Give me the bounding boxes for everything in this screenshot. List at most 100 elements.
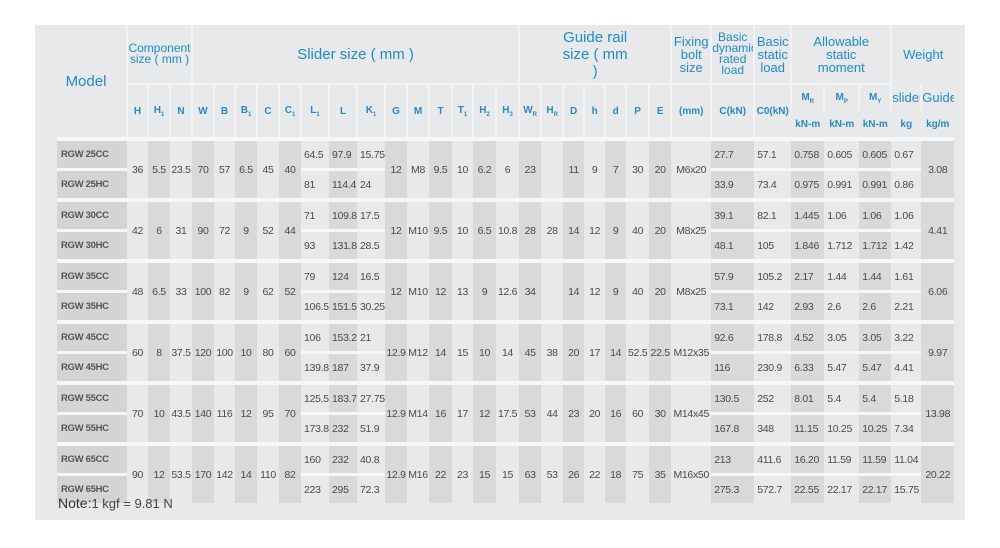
cell-h3: 10.8 xyxy=(496,198,520,261)
cell-c: 52 xyxy=(257,198,279,261)
symbol-text: C xyxy=(264,105,272,117)
header-symbol-c1: C1 xyxy=(278,83,301,139)
header-guide-rail-size: Guide rail size ( mm ) xyxy=(518,25,672,84)
cell-n: 31 xyxy=(170,198,192,261)
cell-slider: 3.22 xyxy=(891,320,922,353)
cell-cd: 48.1 xyxy=(711,229,755,261)
header-symbol-m: M xyxy=(406,83,429,139)
symbol-text: G xyxy=(392,105,400,117)
cell-slider: 11.04 xyxy=(891,442,922,475)
cell-l1: 139.8 xyxy=(301,351,329,383)
cell-guide: 3.08 xyxy=(921,137,955,200)
header-model: Model xyxy=(65,72,107,90)
cell-hr: 28 xyxy=(541,198,564,261)
cell-mp: 10.25 xyxy=(824,412,860,444)
cell-w: 170 xyxy=(192,442,214,503)
cell-guide: 4.41 xyxy=(921,198,955,261)
cell-g: 12 xyxy=(385,137,407,200)
cell-l: 131.8 xyxy=(329,229,357,261)
cell-slider: 0.86 xyxy=(891,168,922,200)
cell-h2: 6.5 xyxy=(473,198,496,261)
cell-c: 110 xyxy=(257,442,279,503)
cell-k1: 37.9 xyxy=(357,351,385,383)
cell-d: 23 xyxy=(563,381,585,444)
symbol-text: N xyxy=(177,105,185,117)
cell-my: 1.44 xyxy=(859,259,892,292)
cell-mr: 0.758 xyxy=(791,137,825,170)
symbol-subscript: 3 xyxy=(509,111,513,118)
header-symbol-k1: K1 xyxy=(356,83,385,139)
cell-cd: 39.1 xyxy=(711,198,755,231)
cell-h: 22 xyxy=(584,442,606,503)
cell-mp: 1.06 xyxy=(824,198,860,231)
cell-k1: 27.75 xyxy=(357,381,385,414)
cell-my: 2.6 xyxy=(859,290,892,322)
cell-d: 26 xyxy=(563,442,585,503)
cell-g: 12 xyxy=(385,198,407,261)
cell-l1: 93 xyxy=(301,229,329,261)
cell-slider: 1.61 xyxy=(891,259,922,292)
cell-d: 14 xyxy=(563,198,585,261)
cell-h1: 8 xyxy=(148,320,170,383)
cell-l1: 64.5 xyxy=(301,137,329,170)
cell-k1: 28.5 xyxy=(357,229,385,261)
cell-t: 9.5 xyxy=(429,198,452,261)
table-row: RGW 45CC 60 8 37.5 120 100 10 80 60 106 153.2 21 12.… xyxy=(35,320,955,383)
cell-l1: 106.5 xyxy=(301,290,329,322)
cell-bolt: M12x35 xyxy=(671,320,712,383)
cell-p: 60 xyxy=(626,381,650,444)
cell-c0: 348 xyxy=(754,412,792,444)
symbol-text: d xyxy=(612,105,619,117)
table-row: RGW 30CC 42 6 31 90 72 9 52 44 71 109.8 17.5 12 M10 9.… xyxy=(35,198,955,261)
cell-guide: 9.97 xyxy=(921,320,955,383)
cell-h: 20 xyxy=(584,381,606,444)
cell-b: 82 xyxy=(214,259,235,322)
header-symbol-d: D xyxy=(562,83,585,139)
header-c-unit: C(kN) xyxy=(710,83,755,139)
symbol-text: H xyxy=(502,104,510,116)
header-symbol-t1: T1 xyxy=(451,83,473,139)
header-bolt-unit: (mm) xyxy=(670,83,712,139)
header-slider-size: Slider size ( mm ) xyxy=(190,25,520,84)
header-moment-mr: MR xyxy=(790,83,825,111)
header-symbol-h2: H2 xyxy=(472,83,496,139)
cell-mp: 5.4 xyxy=(824,381,860,414)
cell-cd: 167.8 xyxy=(711,412,755,444)
cell-my: 0.605 xyxy=(859,137,892,170)
cell-l: 183.7 xyxy=(329,381,357,414)
cell-c0: 178.8 xyxy=(754,320,792,353)
cell-slider: 1.06 xyxy=(891,198,922,231)
cell-cd: 57.9 xyxy=(711,259,755,292)
cell-c: 95 xyxy=(257,381,279,444)
cell-h: 70 xyxy=(127,381,148,444)
cell-my: 5.4 xyxy=(859,381,892,414)
header-weight-unit: kg xyxy=(900,118,913,130)
symbol-subscript: P xyxy=(843,98,848,105)
symbol-text: D xyxy=(570,105,578,117)
symbol-text: P xyxy=(634,105,641,117)
cell-d: 14 xyxy=(563,259,585,322)
symbol-text: L xyxy=(339,105,347,117)
symbol-subscript: 1 xyxy=(291,111,296,118)
cell-guide: 13.98 xyxy=(921,381,955,444)
cell-c0: 73.4 xyxy=(754,168,792,200)
cell-b1: 14 xyxy=(235,442,257,503)
cell-c0: 105 xyxy=(754,229,792,261)
symbol-text: H xyxy=(153,104,161,116)
model-name: RGW 35HC xyxy=(35,290,127,322)
cell-d: 7 xyxy=(605,137,627,200)
cell-h3: 6 xyxy=(496,137,520,200)
cell-k1: 51.9 xyxy=(357,412,385,444)
cell-mp: 5.47 xyxy=(824,351,860,383)
cell-h3: 15 xyxy=(496,442,520,503)
cell-my: 22.17 xyxy=(859,473,892,503)
cell-mr: 1.445 xyxy=(791,198,825,231)
symbol-subscript: R xyxy=(809,98,815,105)
cell-l: 109.8 xyxy=(329,198,357,231)
cell-mr: 4.52 xyxy=(791,320,825,353)
model-name: RGW 25HC xyxy=(35,168,127,200)
symbol-text: T xyxy=(437,105,444,117)
cell-k1: 30.25 xyxy=(357,290,385,322)
cell-slider: 15.75 xyxy=(891,473,922,503)
cell-bolt: M14x45 xyxy=(671,381,712,444)
